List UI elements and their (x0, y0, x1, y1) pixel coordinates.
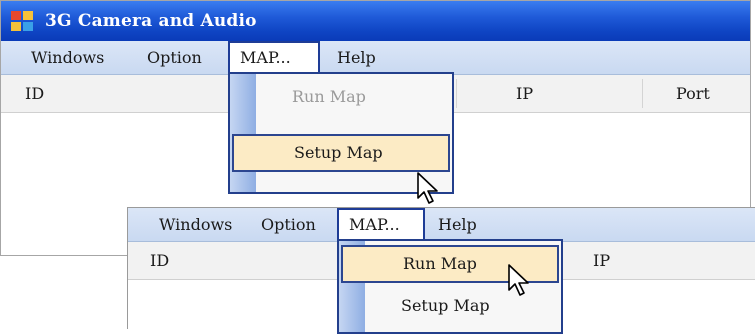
app-icon (11, 11, 33, 31)
menu-help[interactable]: Help (438, 208, 477, 241)
column-divider[interactable] (456, 79, 457, 108)
menu-bar: Windows Option MAP... Help (128, 208, 755, 242)
menu-item-run-map[interactable]: Run Map (230, 78, 452, 116)
menu-item-label: Setup Map (294, 143, 383, 162)
column-header-ip[interactable]: IP (516, 75, 533, 112)
menu-map[interactable]: MAP... (337, 208, 425, 241)
menu-windows[interactable]: Windows (31, 41, 104, 74)
mouse-cursor-icon (417, 172, 438, 204)
column-header-ip[interactable]: IP (593, 242, 610, 279)
column-header-id[interactable]: ID (150, 242, 169, 279)
menu-option[interactable]: Option (147, 41, 202, 74)
menu-item-label: Run Map (292, 87, 366, 106)
column-header-id[interactable]: ID (25, 75, 44, 112)
menu-map[interactable]: MAP... (228, 41, 320, 74)
app-window-second-state: Windows Option MAP... Help ID IP Run Map… (127, 207, 755, 334)
window-title: 3G Camera and Audio (45, 11, 257, 31)
column-divider[interactable] (642, 79, 643, 108)
menu-item-label: Run Map (403, 254, 477, 273)
menu-item-label: Setup Map (401, 296, 490, 315)
menu-help[interactable]: Help (337, 41, 376, 74)
menu-windows[interactable]: Windows (159, 208, 232, 241)
menu-option[interactable]: Option (261, 208, 316, 241)
menu-item-setup-map[interactable]: Setup Map (232, 134, 450, 172)
menu-bar: Windows Option MAP... Help (1, 41, 750, 75)
mouse-cursor-icon (508, 264, 529, 296)
column-header-port[interactable]: Port (676, 75, 710, 112)
title-bar: 3G Camera and Audio (1, 1, 750, 41)
